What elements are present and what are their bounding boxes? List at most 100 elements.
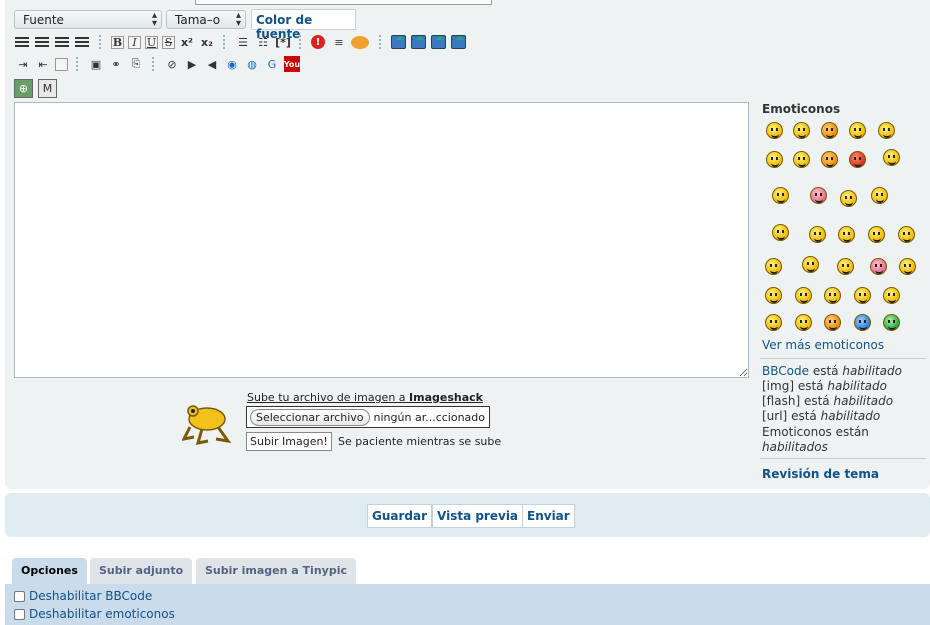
font-select[interactable]: Fuente ▴ ▾ [14,10,162,29]
disable-bbcode-option[interactable]: Deshabilitar BBCode [14,589,152,603]
align-left-icon[interactable] [15,36,29,48]
bold-button[interactable]: B [111,35,124,49]
smiley-icon[interactable] [878,122,895,139]
smiley-icon[interactable] [854,314,871,331]
smiley-icon[interactable] [898,226,915,243]
smiley-icon[interactable] [849,151,866,168]
strike-button[interactable]: S [162,35,175,49]
align-center-icon[interactable] [35,36,49,48]
link-icon[interactable]: ⚭ [108,56,124,72]
cropped-input-field[interactable] [195,0,492,5]
font-color-button[interactable]: Color de fuente [251,9,356,41]
status-tag: [img] [762,379,795,393]
status-text: está [791,409,817,423]
smiley-icon[interactable] [793,151,810,168]
indent-icon[interactable]: ⇥ [15,56,31,72]
blank-box-icon[interactable] [55,57,68,71]
italic-button[interactable]: I [128,35,141,49]
upload-icon[interactable] [451,35,466,49]
smiley-icon[interactable] [837,258,854,275]
bbcode-link[interactable]: BBCode [762,364,809,378]
smiley-icon[interactable] [809,226,826,243]
smiley-icon[interactable] [821,122,838,139]
disable-bbcode-checkbox[interactable] [14,590,25,602]
preview-button[interactable]: Vista previa [432,504,524,528]
quicktime-icon[interactable]: ◉ [224,56,240,72]
underline-button[interactable]: U [145,35,158,49]
smiley-icon[interactable] [868,226,885,243]
youtube-icon[interactable]: You [284,56,300,72]
align-justify-icon[interactable] [75,36,89,48]
smiley-icon[interactable] [772,187,789,204]
disable-smilies-checkbox[interactable] [14,608,25,620]
tab-upload-attachment[interactable]: Subir adjunto [90,558,193,585]
disable-bbcode-label[interactable]: Deshabilitar BBCode [29,589,152,603]
horizontal-rule-icon[interactable]: ≡ [331,34,347,50]
bullet-list-icon[interactable]: ☰ [235,34,251,50]
smiley-icon[interactable] [766,122,783,139]
google-video-icon[interactable]: G [264,56,280,72]
file-input[interactable]: Seleccionar archivo ningún ar...ccionado [246,406,490,428]
save-button[interactable]: Guardar [367,504,433,528]
tab-options[interactable]: Opciones [12,558,87,585]
more-smilies-link[interactable]: Ver más emoticonos [762,338,884,352]
smiley-icon[interactable] [824,314,841,331]
topic-review-link[interactable]: Revisión de tema [762,467,879,481]
image-icon[interactable]: ▣ [88,56,104,72]
upload-icon[interactable] [391,35,406,49]
toolbar-separator [152,57,160,71]
select-arrows-icon: ▴ ▾ [151,10,157,29]
smiley-icon[interactable] [838,226,855,243]
upload-image-button[interactable]: Subir Imagen! [246,432,332,451]
smiley-icon[interactable] [765,314,782,331]
smiley-icon[interactable] [870,258,887,275]
smiley-icon[interactable] [821,151,838,168]
smiley-icon[interactable] [765,287,782,304]
message-textarea[interactable] [14,102,749,378]
speech-bubble-icon[interactable] [351,35,369,49]
smiley-icon[interactable] [883,287,900,304]
smiley-icon[interactable] [854,287,871,304]
toolbar-separator [299,35,307,49]
toolbar-separator [223,35,231,49]
attachment-icon[interactable]: ⎘ [128,56,144,72]
smiley-icon[interactable] [765,258,782,275]
upload-icon[interactable] [431,35,446,49]
toolbar-separator [379,35,387,49]
superscript-button[interactable]: x² [179,34,195,50]
status-img: [img] está habilitado [762,379,887,394]
globe-link-icon[interactable]: ⊕ [14,79,33,98]
smiley-icon[interactable] [766,151,783,168]
video-icon[interactable]: ▶ [184,56,200,72]
submit-button[interactable]: Enviar [522,504,575,528]
tab-upload-tinypic[interactable]: Subir imagen a Tinypic [196,558,356,585]
alert-icon[interactable]: ! [311,35,325,49]
smiley-icon[interactable] [795,287,812,304]
subscript-button[interactable]: x₂ [199,34,215,50]
choose-file-button[interactable]: Seleccionar archivo [250,408,370,426]
smiley-icon[interactable] [883,314,900,331]
smiley-icon[interactable] [849,122,866,139]
disable-smilies-label[interactable]: Deshabilitar emoticonos [29,607,175,621]
numbered-list-icon[interactable]: ☷ [255,34,271,50]
smiley-icon[interactable] [871,187,888,204]
smiley-icon[interactable] [795,314,812,331]
smiley-icon[interactable] [824,287,841,304]
smiley-icon[interactable] [883,149,900,166]
smiley-icon[interactable] [840,190,857,207]
list-item-button[interactable]: [*] [275,34,291,50]
real-player-icon[interactable]: ◍ [244,56,260,72]
smiley-icon[interactable] [772,224,789,241]
sound-icon[interactable]: ◀ [204,56,220,72]
disable-smilies-option[interactable]: Deshabilitar emoticonos [14,607,175,621]
smiley-icon[interactable] [793,122,810,139]
smiley-icon[interactable] [802,256,819,273]
smiley-icon[interactable] [899,258,916,275]
flash-icon[interactable]: ⊘ [164,56,180,72]
mail-m-icon[interactable]: M [38,79,57,98]
upload-icon[interactable] [411,35,426,49]
smiley-icon[interactable] [810,187,827,204]
align-right-icon[interactable] [55,36,69,48]
size-select[interactable]: Tama–o ▴ ▾ [166,10,246,29]
outdent-icon[interactable]: ⇤ [35,56,51,72]
